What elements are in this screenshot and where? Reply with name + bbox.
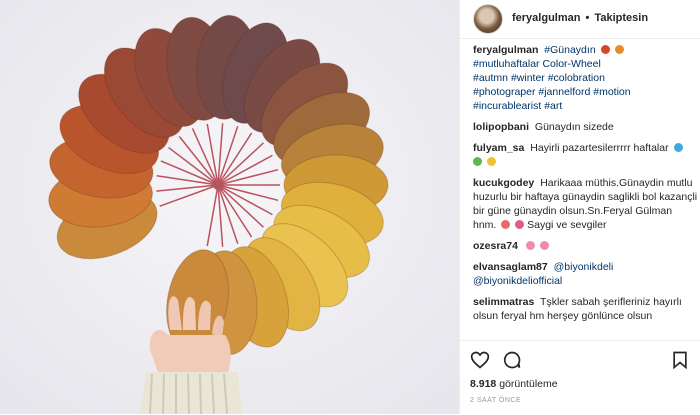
caption: feryalgulman #Günaydın #mutluhaftalar Co… bbox=[473, 43, 698, 113]
comment-item: kucukgodey Harikaaa müthis.Günaydin mutl… bbox=[473, 176, 698, 232]
yellow-heart-icon bbox=[486, 157, 496, 166]
header-username[interactable]: feryalgulman bbox=[512, 12, 580, 24]
comments-list: feryalgulman #Günaydın #mutluhaftalar Co… bbox=[473, 43, 698, 343]
post-photo[interactable] bbox=[0, 0, 459, 414]
blue-heart-icon bbox=[673, 143, 683, 152]
post-actions: 8.918 görüntüleme 2 SAAT ÖNCE bbox=[460, 340, 700, 415]
views-label: görüntüleme bbox=[499, 378, 558, 390]
heart-icon[interactable] bbox=[470, 350, 490, 370]
caption-line: #mutluhaftalar Color-Wheel bbox=[473, 58, 601, 70]
bookmark-icon[interactable] bbox=[670, 350, 690, 370]
comment-item: elvansaglam87 @biyonikdeli @biyonikdelio… bbox=[473, 260, 698, 288]
comment-username[interactable]: kucukgodey bbox=[473, 177, 534, 189]
header-user: feryalgulman • Takiptesin bbox=[512, 12, 648, 24]
views-count: 8.918 görüntüleme bbox=[470, 378, 558, 390]
post-time[interactable]: 2 SAAT ÖNCE bbox=[470, 397, 521, 404]
comment-username[interactable]: elvansaglam87 bbox=[473, 261, 548, 273]
comment-text: Hayirli pazartesilerrrrr haftalar bbox=[530, 142, 669, 154]
comment-item: lolipopbani Günaydın sizede bbox=[473, 120, 698, 134]
caption-line[interactable]: #autmn #winter #colobration bbox=[473, 71, 698, 85]
comment-username[interactable]: lolipopbani bbox=[473, 121, 529, 133]
mention-link[interactable]: @biyonikdeli bbox=[554, 261, 614, 273]
caption-line[interactable]: #incurablearist #art bbox=[473, 99, 698, 113]
bouquet-icon bbox=[515, 220, 525, 229]
leaf-color-wheel-image bbox=[0, 0, 459, 414]
green-heart-icon bbox=[473, 157, 482, 166]
post-side-panel: feryalgulman • Takiptesin feryalgulman #… bbox=[459, 0, 700, 415]
maple-leaf-icon bbox=[600, 45, 610, 54]
comment-text: Saygi ve sevgiler bbox=[527, 219, 607, 231]
comment-item: selimmatras Tşkler sabah şerifleriniz ha… bbox=[473, 295, 698, 323]
separator: • bbox=[585, 12, 590, 24]
comment-item: fulyam_sa Hayirli pazartesilerrrrr hafta… bbox=[473, 141, 698, 169]
flower-icon bbox=[501, 220, 511, 229]
caption-username[interactable]: feryalgulman bbox=[473, 44, 538, 56]
avatar[interactable] bbox=[473, 4, 503, 34]
comment-icon[interactable] bbox=[502, 350, 522, 370]
comment-text: Günaydın sizede bbox=[534, 121, 614, 133]
fallen-leaf-icon bbox=[614, 45, 624, 54]
caption-line[interactable]: #photograper #jannelford #motion bbox=[473, 85, 698, 99]
comment-item: ozesra74 bbox=[473, 239, 698, 253]
follow-button[interactable]: Takiptesin bbox=[594, 12, 648, 24]
views-number: 8.918 bbox=[470, 378, 497, 390]
post-header: feryalgulman • Takiptesin bbox=[460, 0, 700, 39]
stem-hub bbox=[213, 180, 223, 190]
comment-username[interactable]: fulyam_sa bbox=[473, 142, 524, 154]
comment-username[interactable]: selimmatras bbox=[473, 296, 534, 308]
mention-link[interactable]: @biyonikdeliofficial bbox=[473, 274, 698, 288]
comment-username[interactable]: ozesra74 bbox=[473, 240, 518, 252]
caption-line[interactable]: #Günaydın bbox=[544, 44, 595, 56]
blossom-icon bbox=[525, 241, 535, 250]
blossom-icon bbox=[539, 241, 549, 250]
